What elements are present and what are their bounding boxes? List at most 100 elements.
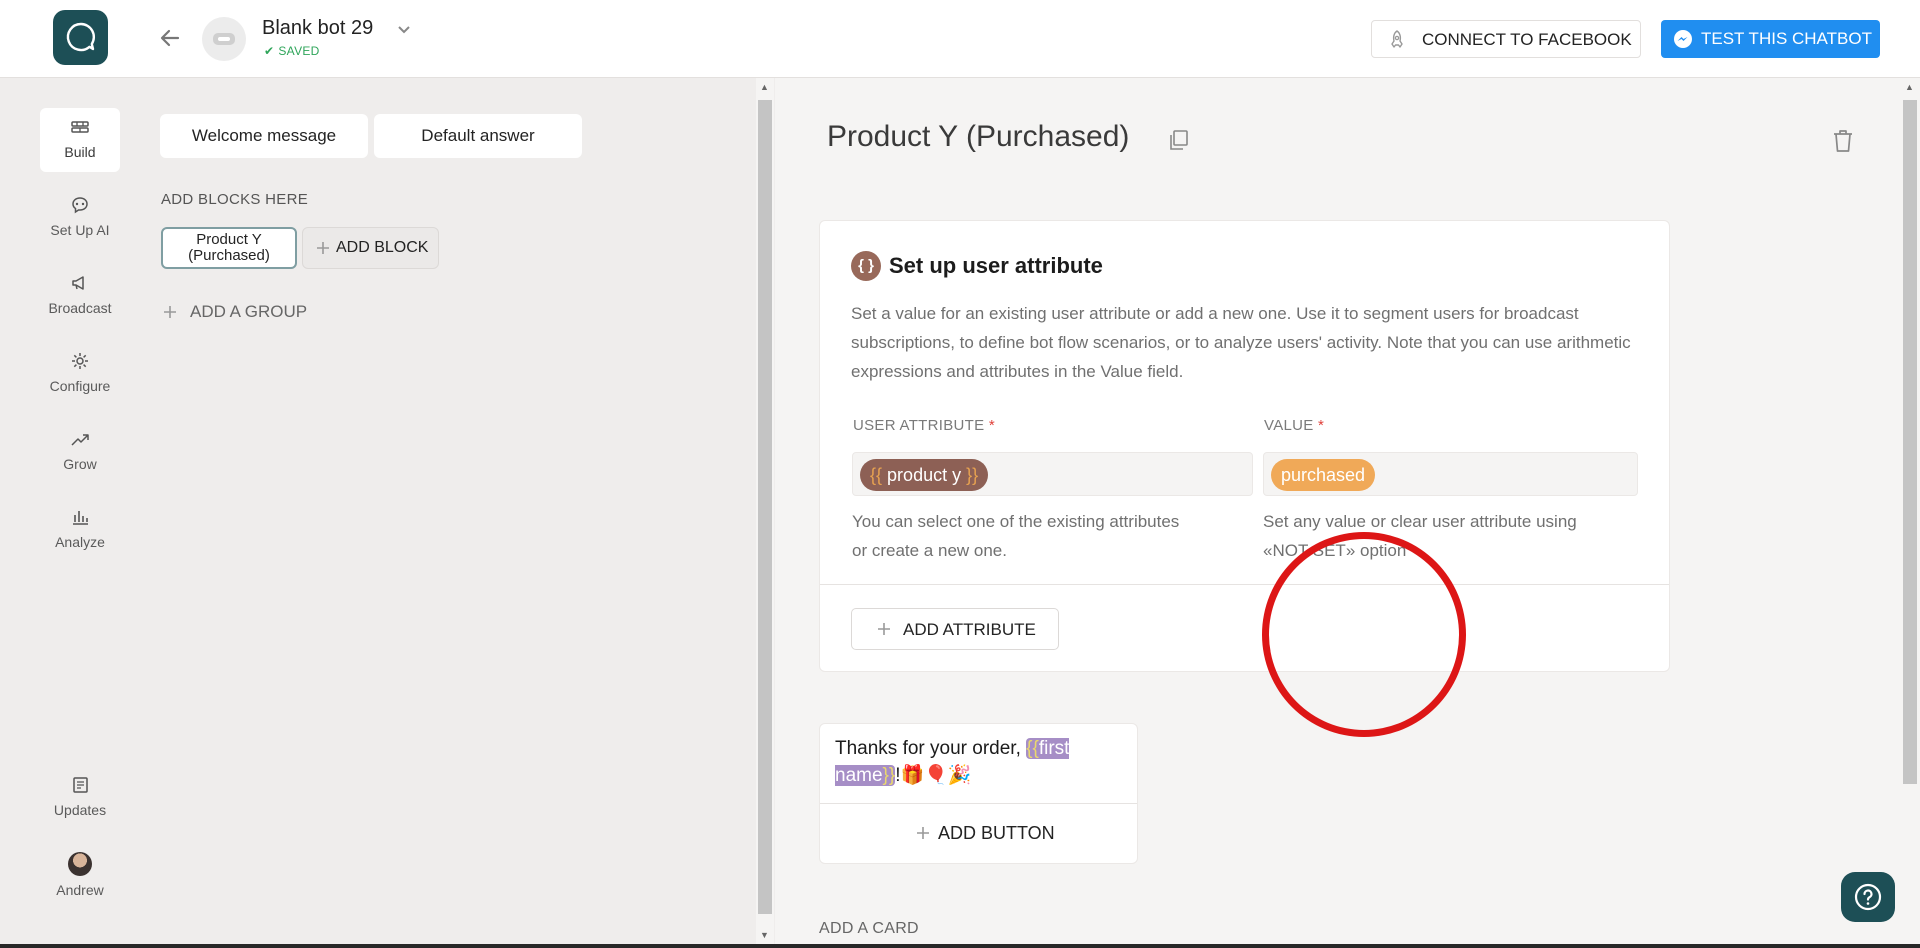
- save-status-label: SAVED: [278, 44, 320, 58]
- message-text[interactable]: Thanks for your order, {{first name}}!🎁🎈🎉: [835, 736, 1115, 789]
- add-button-button[interactable]: ADD BUTTON: [820, 804, 1137, 863]
- welcome-message-block[interactable]: Welcome message: [160, 114, 368, 158]
- user-attribute-hint: You can select one of the existing attri…: [852, 507, 1179, 565]
- scrollbar-thumb[interactable]: [758, 100, 772, 914]
- add-block-button[interactable]: ADD BLOCK: [302, 227, 439, 269]
- app-logo[interactable]: [53, 10, 108, 65]
- editor-scrollbar[interactable]: ▲: [1900, 78, 1920, 948]
- divider: [820, 584, 1669, 585]
- variable-name-part: first: [1038, 738, 1070, 759]
- test-chatbot-button[interactable]: TEST THIS CHATBOT: [1661, 20, 1880, 58]
- attribute-card-title: Set up user attribute: [889, 253, 1103, 278]
- message-text-start: Thanks for your order,: [835, 738, 1027, 759]
- add-attribute-button[interactable]: ADD ATTRIBUTE: [851, 608, 1059, 650]
- rocket-icon: [1391, 30, 1403, 48]
- default-answer-block[interactable]: Default answer: [374, 114, 582, 158]
- back-arrow-icon[interactable]: [157, 25, 183, 51]
- attribute-tag[interactable]: {{ product y }}: [860, 459, 989, 491]
- emoji-group: 🎁🎈🎉: [900, 764, 972, 786]
- chevron-down-icon[interactable]: [396, 22, 412, 38]
- gear-icon: [72, 353, 88, 369]
- nav-item-label: Updates: [53, 802, 107, 818]
- nav-item-analyze[interactable]: Analyze: [40, 498, 120, 562]
- updates-icon: [73, 777, 88, 793]
- attribute-card-description: Set a value for an existing user attribu…: [851, 304, 1631, 381]
- messenger-icon: [1674, 30, 1692, 48]
- brace-close: }}: [966, 465, 979, 485]
- nav-item-label: Broadcast: [48, 300, 112, 316]
- megaphone-icon: [72, 276, 84, 290]
- scrollbar-thumb[interactable]: [1903, 100, 1917, 784]
- nav-item-profile[interactable]: Andrew: [40, 844, 120, 908]
- block-editor: Product Y (Purchased) { } Set up user at…: [775, 78, 1900, 948]
- left-nav: Build Set Up AI Broadcast Configure Grow…: [0, 78, 160, 948]
- scroll-up-icon[interactable]: ▲: [1905, 82, 1914, 92]
- bar-chart-icon: [73, 511, 88, 525]
- blocks-panel: Welcome message Default answer ADD BLOCK…: [160, 78, 760, 948]
- value-tag[interactable]: purchased: [1271, 459, 1376, 491]
- braces-icon: { }: [851, 251, 881, 281]
- value-field[interactable]: purchased: [1263, 452, 1638, 496]
- plus-icon: [317, 242, 329, 254]
- brace-open: {{: [870, 465, 883, 485]
- add-button-label: ADD BUTTON: [938, 823, 1055, 843]
- nav-item-broadcast[interactable]: Broadcast: [40, 264, 120, 328]
- add-block-label: ADD BLOCK: [336, 239, 429, 256]
- nav-item-label: Andrew: [56, 882, 104, 898]
- brace-close: }}: [882, 765, 896, 786]
- growth-icon: [71, 434, 89, 446]
- nav-item-configure[interactable]: Configure: [40, 342, 120, 406]
- help-button[interactable]: [1841, 872, 1895, 922]
- add-group-label: ADD A GROUP: [190, 302, 308, 321]
- block-product-y-purchased[interactable]: Product Y (Purchased): [161, 227, 297, 269]
- ai-icon: [72, 197, 88, 214]
- trash-icon[interactable]: [1831, 128, 1855, 154]
- nav-item-label: Build: [64, 144, 96, 160]
- nav-item-label: Analyze: [55, 534, 105, 550]
- user-attribute-label: USER ATTRIBUTE *: [853, 417, 995, 434]
- plus-icon: [164, 306, 176, 318]
- avatar: [68, 852, 92, 876]
- plus-icon: [917, 827, 929, 839]
- connect-facebook-button[interactable]: CONNECT TO FACEBOOK: [1371, 20, 1641, 58]
- panel-scrollbar[interactable]: ▲ ▼: [756, 78, 774, 948]
- help-question-icon: [1854, 883, 1882, 911]
- value-hint: Set any value or clear user attribute us…: [1263, 507, 1577, 565]
- bot-avatar[interactable]: [202, 17, 246, 61]
- save-status: ✔ SAVED: [264, 44, 320, 58]
- user-attribute-label-text: USER ATTRIBUTE: [853, 417, 985, 434]
- nav-item-label: Configure: [49, 378, 111, 394]
- text-message-card: Thanks for your order, {{first name}}!🎁🎈🎉…: [819, 723, 1138, 864]
- hint-line: You can select one of the existing attri…: [852, 512, 1180, 531]
- copy-icon[interactable]: [1166, 128, 1190, 152]
- chat-logo-icon: [66, 22, 96, 52]
- plus-icon: [878, 623, 890, 635]
- hint-line: or create a new one.: [852, 541, 1007, 560]
- hint-line: Set any value or clear user attribute us…: [1263, 512, 1577, 531]
- check-icon: ✔: [264, 44, 275, 58]
- bottom-edge: [0, 944, 1920, 948]
- nav-item-build[interactable]: Build: [40, 108, 120, 172]
- add-card-label[interactable]: ADD A CARD: [819, 920, 919, 938]
- robot-icon: [213, 33, 235, 45]
- user-attribute-field[interactable]: {{ product y }}: [852, 452, 1253, 496]
- nav-item-updates[interactable]: Updates: [40, 766, 120, 830]
- value-label-text: VALUE: [1264, 417, 1314, 434]
- add-attribute-label: ADD ATTRIBUTE: [903, 620, 1036, 639]
- nav-item-grow[interactable]: Grow: [40, 420, 120, 484]
- bot-name[interactable]: Blank bot 29: [262, 17, 373, 40]
- hint-line: «NOT SET» option: [1263, 541, 1407, 560]
- blocks-heading: ADD BLOCKS HERE: [161, 191, 309, 208]
- attribute-tag-name: product y: [887, 465, 962, 485]
- nav-item-setup-ai[interactable]: Set Up AI: [40, 186, 120, 250]
- scroll-up-icon[interactable]: ▲: [760, 82, 769, 92]
- brace-open: {{: [1026, 738, 1039, 759]
- top-bar: Blank bot 29 ✔ SAVED CONNECT TO FACEBOOK …: [0, 0, 1920, 78]
- value-label: VALUE *: [1264, 417, 1324, 434]
- user-attribute-card: { } Set up user attribute Set a value fo…: [819, 220, 1670, 737]
- build-icon: [71, 121, 89, 133]
- required-mark: *: [1318, 417, 1325, 434]
- scroll-down-icon[interactable]: ▼: [760, 930, 769, 940]
- required-mark: *: [988, 417, 996, 434]
- block-title[interactable]: Product Y (Purchased): [827, 120, 1129, 154]
